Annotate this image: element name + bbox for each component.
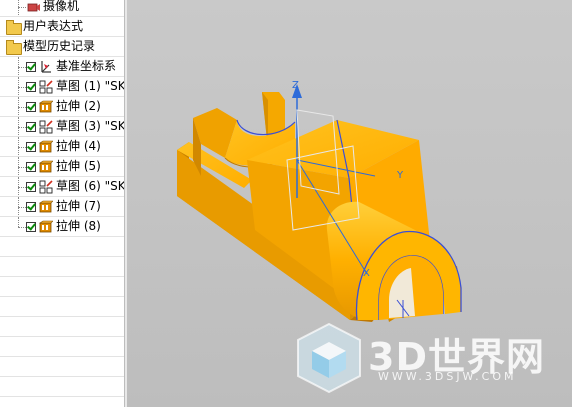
- tree-connector: [18, 167, 26, 168]
- navigator-row[interactable]: 拉伸 (5): [0, 157, 124, 177]
- tree-connector: [18, 7, 26, 8]
- navigator-empty-row: [0, 317, 124, 337]
- navigator-item-label: 基准坐标系: [56, 59, 117, 73]
- visibility-checkbox[interactable]: [26, 222, 36, 232]
- navigator-empty-row: [0, 297, 124, 317]
- visibility-checkbox[interactable]: [26, 122, 36, 132]
- navigator-item-label: 拉伸 (8): [56, 219, 101, 233]
- navigator-row[interactable]: 草图 (6) "SK: [0, 177, 124, 197]
- navigator-empty-row: [0, 257, 124, 277]
- folder-open-icon: [6, 40, 22, 55]
- camera-icon: [27, 3, 40, 12]
- watermark-url: WWW.3DSJW.COM: [378, 370, 517, 383]
- sketch-icon: [39, 120, 53, 134]
- navigator-row[interactable]: 模型历史记录: [0, 37, 124, 57]
- tree-connector: [18, 227, 26, 228]
- navigator-row[interactable]: 用户表达式: [0, 17, 124, 37]
- navigator-row[interactable]: 基准坐标系: [0, 57, 124, 77]
- navigator-row[interactable]: 草图 (3) "SK: [0, 117, 124, 137]
- x-axis-label: X: [363, 268, 370, 279]
- visibility-checkbox[interactable]: [26, 162, 36, 172]
- tree-connector: [18, 67, 26, 68]
- visibility-checkbox[interactable]: [26, 182, 36, 192]
- navigator-item-label: 拉伸 (4): [56, 139, 101, 153]
- navigator-row[interactable]: 拉伸 (4): [0, 137, 124, 157]
- cylinder-boss: [326, 201, 462, 321]
- navigator-empty-row: [0, 397, 124, 407]
- navigator-row[interactable]: 草图 (1) "SK: [0, 77, 124, 97]
- watermark: 3D世界网 WWW.3DSJW.COM: [290, 312, 560, 402]
- tree-connector: [18, 87, 26, 88]
- tree-connector: [18, 217, 19, 227]
- navigator-item-label: 拉伸 (2): [56, 99, 101, 113]
- extrude-icon: [39, 100, 53, 113]
- navigator-empty-row: [0, 277, 124, 297]
- tree-connector: [18, 127, 26, 128]
- navigator-item-label: 草图 (3) "SK: [56, 119, 124, 133]
- extrude-icon: [39, 200, 53, 213]
- tree-connector: [18, 0, 19, 16]
- visibility-checkbox[interactable]: [26, 62, 36, 72]
- tree-connector: [18, 187, 26, 188]
- visibility-checkbox[interactable]: [26, 102, 36, 112]
- navigator-row[interactable]: 拉伸 (2): [0, 97, 124, 117]
- visibility-checkbox[interactable]: [26, 202, 36, 212]
- navigator-item-label: 摄像机: [43, 0, 80, 13]
- navigator-empty-row: [0, 377, 124, 397]
- tree-connector: [18, 207, 26, 208]
- sketch-icon: [39, 180, 53, 194]
- datum-csys-icon: [41, 61, 51, 73]
- navigator-item-label: 用户表达式: [23, 19, 84, 33]
- navigator-row[interactable]: 拉伸 (8): [0, 217, 124, 237]
- watermark-cube-icon: [297, 322, 361, 394]
- extrude-icon: [39, 140, 53, 153]
- visibility-checkbox[interactable]: [26, 142, 36, 152]
- navigator-item-label: 拉伸 (5): [56, 159, 101, 173]
- tree-connector: [18, 107, 26, 108]
- navigator-item-label: 草图 (1) "SK: [56, 79, 124, 93]
- navigator-item-label: 拉伸 (7): [56, 199, 101, 213]
- part-navigator: 摄像机用户表达式模型历史记录基准坐标系草图 (1) "SK 拉伸 (2) 草图 (3…: [0, 0, 124, 407]
- navigator-item-label: 模型历史记录: [23, 39, 96, 53]
- navigator-item-label: 草图 (6) "SK: [56, 179, 124, 193]
- folder-icon: [6, 20, 22, 35]
- navigator-row[interactable]: 拉伸 (7): [0, 197, 124, 217]
- navigator-empty-row: [0, 357, 124, 377]
- navigator-empty-row: [0, 237, 124, 257]
- navigator-empty-row: [0, 337, 124, 357]
- z-axis-label: Z: [292, 80, 299, 91]
- sketch-icon: [39, 80, 53, 94]
- extrude-icon: [39, 220, 53, 233]
- y-axis-label: Y: [397, 170, 404, 181]
- navigator-row[interactable]: 摄像机: [0, 0, 124, 17]
- tree-connector: [18, 147, 26, 148]
- visibility-checkbox[interactable]: [26, 82, 36, 92]
- extrude-icon: [39, 160, 53, 173]
- graphics-viewport[interactable]: Z Y X 3D世界网 WWW.3DSJW.COM: [127, 0, 572, 407]
